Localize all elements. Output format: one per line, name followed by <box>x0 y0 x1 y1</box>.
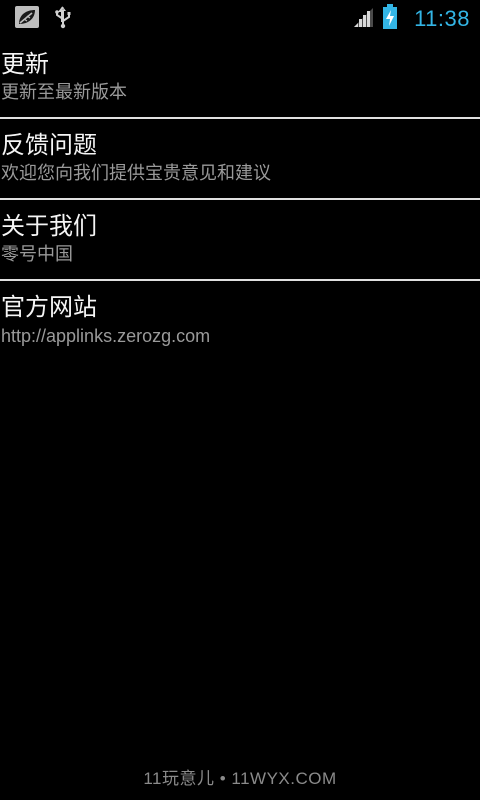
signal-icon <box>352 6 374 32</box>
settings-list: 更新 更新至最新版本 反馈问题 欢迎您向我们提供宝贵意见和建议 关于我们 零号中… <box>0 38 480 361</box>
setting-item-summary: http://applinks.zerozg.com <box>1 326 211 346</box>
status-bar-notifications <box>14 6 72 32</box>
watermark-text: 11玩意儿 • 11WYX.COM <box>143 769 337 788</box>
setting-item-about-us[interactable]: 关于我们 零号中国 <box>0 200 480 281</box>
setting-item-title: 官方网站 <box>1 293 97 321</box>
status-bar-system: 11:38 <box>352 4 470 34</box>
setting-item-title: 更新 <box>1 50 49 78</box>
usb-icon <box>54 5 72 33</box>
status-bar: 11:38 <box>0 0 480 38</box>
setting-item-update[interactable]: 更新 更新至最新版本 <box>0 38 480 119</box>
setting-item-title: 关于我们 <box>1 212 97 240</box>
setting-item-summary: 零号中国 <box>1 244 73 265</box>
battery-charging-icon <box>382 4 398 34</box>
notification-leaf-icon <box>14 5 40 33</box>
setting-item-summary: 欢迎您向我们提供宝贵意见和建议 <box>1 163 271 184</box>
setting-item-summary: 更新至最新版本 <box>1 82 127 103</box>
setting-item-official-website[interactable]: 官方网站 http://applinks.zerozg.com <box>0 281 480 361</box>
status-bar-clock: 11:38 <box>414 6 470 31</box>
setting-item-feedback[interactable]: 反馈问题 欢迎您向我们提供宝贵意见和建议 <box>0 119 480 200</box>
setting-item-title: 反馈问题 <box>1 131 97 159</box>
